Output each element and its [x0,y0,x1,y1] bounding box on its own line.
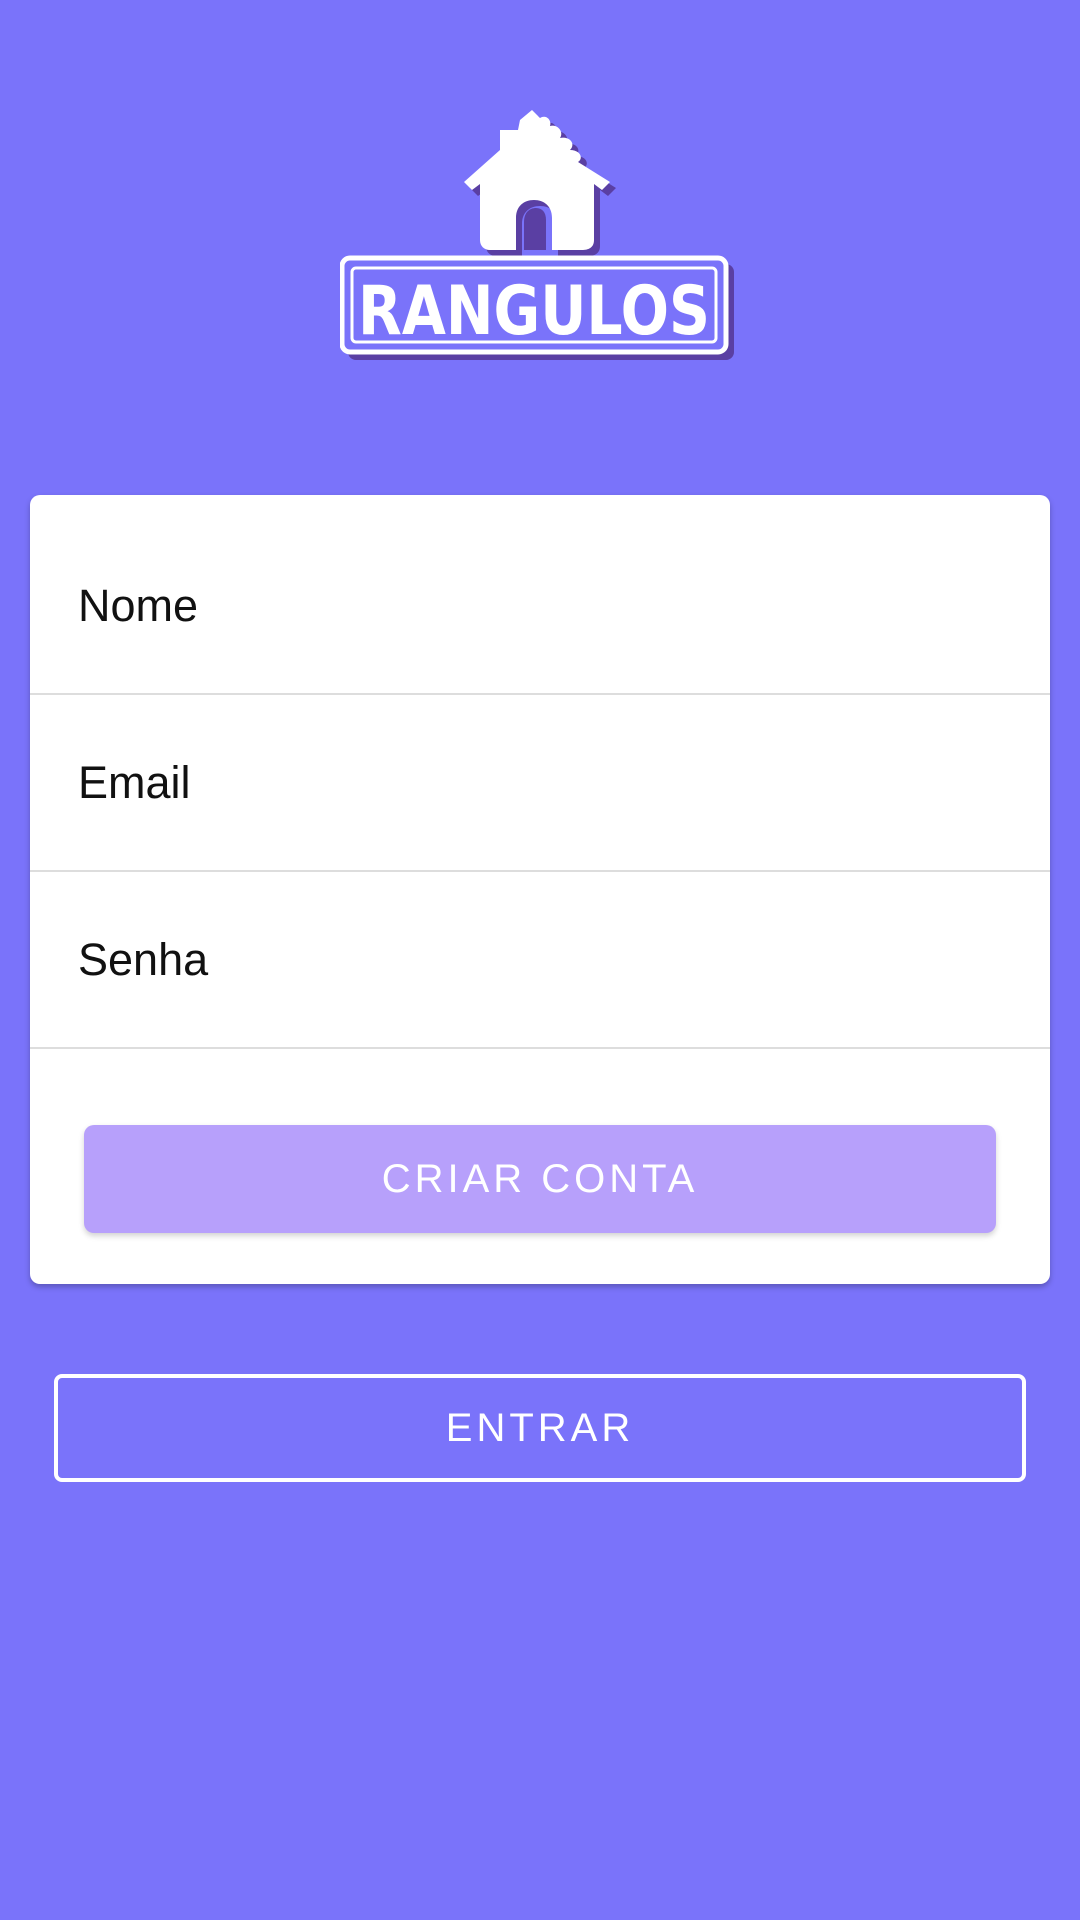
name-input[interactable] [78,519,998,693]
house-icon: RANGULOS [340,110,734,360]
password-input[interactable] [78,873,998,1047]
email-input[interactable] [78,696,998,870]
create-account-button[interactable]: CRIAR CONTA [84,1125,996,1233]
login-button[interactable]: ENTRAR [54,1374,1026,1482]
name-field-row [30,519,1050,695]
app-logo: RANGULOS [340,110,740,370]
password-field-row [30,873,1050,1049]
logo-text: RANGULOS [358,272,710,351]
signup-card: CRIAR CONTA [30,495,1050,1284]
email-field-row [30,696,1050,872]
